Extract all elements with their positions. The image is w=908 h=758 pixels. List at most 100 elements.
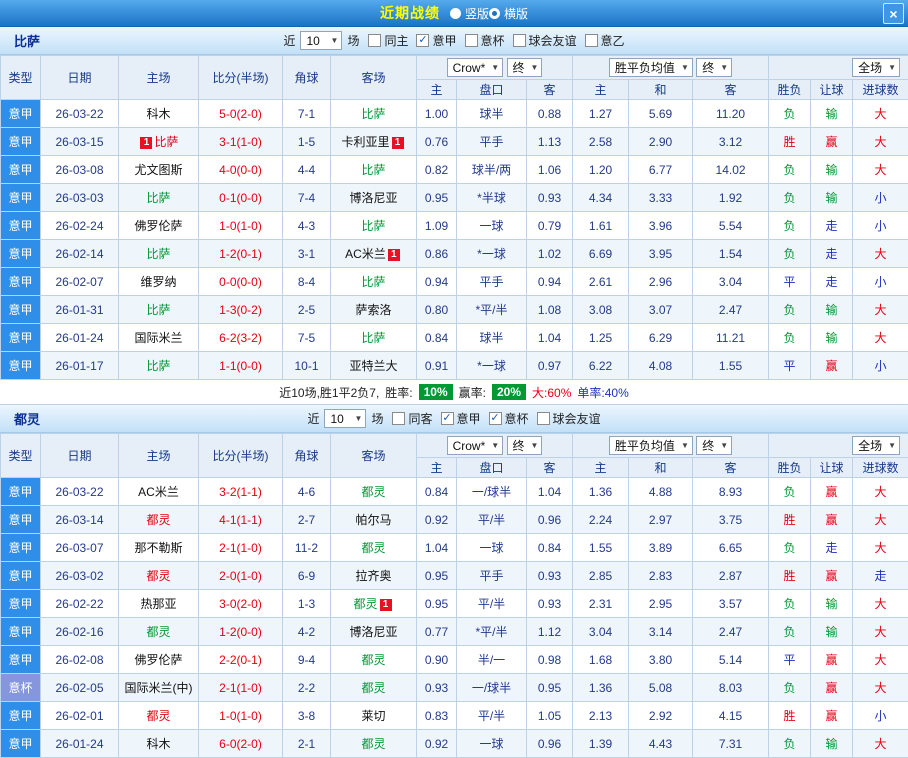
away-team-cell: 比萨 (331, 100, 417, 128)
avg-draw-cell: 3.89 (629, 534, 693, 562)
filter-checkbox[interactable]: ✓意甲 (416, 32, 456, 49)
odds-away-cell: 1.04 (527, 324, 573, 352)
date-cell: 26-02-14 (41, 240, 119, 268)
goals-cell: 大 (853, 674, 908, 702)
avg-final-select[interactable]: 终▼ (696, 436, 732, 455)
handicap-result-cell: 输 (811, 618, 853, 646)
score-cell: 4-1(1-1) (199, 506, 283, 534)
odds-home-cell: 0.83 (417, 702, 457, 730)
match-row: 意甲26-02-07维罗纳0-0(0-0)8-4比萨0.94平手0.942.61… (1, 268, 908, 296)
col-type: 类型 (1, 434, 41, 478)
select-value: 胜平负均值 (615, 437, 675, 454)
match-row: 意甲26-03-22科木5-0(2-0)7-1比萨1.00球半0.881.275… (1, 100, 908, 128)
away-team-cell: 都灵1 (331, 590, 417, 618)
filter-checkbox-label: 球会友谊 (553, 410, 601, 427)
bookmaker-select[interactable]: Crow*▼ (447, 58, 504, 77)
odds-home-cell: 0.91 (417, 352, 457, 380)
filter-checkbox[interactable]: 球会友谊 (513, 32, 577, 49)
goals-cell: 大 (853, 646, 908, 674)
avg-select[interactable]: 胜平负均值▼ (609, 436, 693, 455)
away-team-cell: 都灵 (331, 478, 417, 506)
home-team-name: 都灵 (146, 625, 170, 639)
odds-final-select[interactable]: 终▼ (507, 58, 543, 77)
home-team-name: 佛罗伦萨 (134, 219, 182, 233)
filter-checkbox[interactable]: ✓意甲 (441, 410, 481, 427)
horizontal-layout-radio[interactable]: 横版 (489, 5, 528, 22)
match-row: 意甲26-02-08佛罗伦萨2-2(0-1)9-4都灵0.90半/一0.981.… (1, 646, 908, 674)
match-count-select[interactable]: 10▼ (324, 409, 366, 428)
filter-checkbox[interactable]: ✓意杯 (489, 410, 529, 427)
filter-checkbox[interactable]: 同客 (392, 410, 432, 427)
bookmaker-select[interactable]: Crow*▼ (447, 436, 504, 455)
scope-select[interactable]: 全场▼ (852, 436, 900, 455)
away-team-name: 都灵 (361, 541, 385, 555)
date-cell: 26-01-24 (41, 324, 119, 352)
odds-final-select[interactable]: 终▼ (507, 436, 543, 455)
avg-select[interactable]: 胜平负均值▼ (609, 58, 693, 77)
avg-final-select[interactable]: 终▼ (696, 58, 732, 77)
scope-select[interactable]: 全场▼ (852, 58, 900, 77)
match-row: 意甲26-03-151比萨3-1(1-0)1-5卡利亚里10.76平手1.132… (1, 128, 908, 156)
col-odds-away: 客 (527, 80, 573, 100)
handicap-result-cell: 赢 (811, 128, 853, 156)
goals-cell: 大 (853, 506, 908, 534)
handicap-result-cell: 赢 (811, 352, 853, 380)
odds-home-cell: 0.95 (417, 590, 457, 618)
home-team-cell: 都灵 (119, 562, 199, 590)
avg-draw-cell: 3.95 (629, 240, 693, 268)
handicap-cell: *平/半 (457, 296, 527, 324)
league-type-cell: 意甲 (1, 478, 41, 506)
filter-checkbox-label: 意乙 (601, 32, 625, 49)
score-cell: 1-2(0-1) (199, 240, 283, 268)
corner-cell: 2-1 (283, 730, 331, 758)
match-count-select[interactable]: 10▼ (300, 31, 342, 50)
home-team-cell: 科木 (119, 730, 199, 758)
vertical-layout-radio[interactable]: 竖版 (450, 5, 489, 22)
chevron-down-icon: ▼ (531, 63, 539, 72)
date-cell: 26-02-22 (41, 590, 119, 618)
home-team-cell: 那不勒斯 (119, 534, 199, 562)
avg-home-cell: 3.04 (573, 618, 629, 646)
match-row: 意杯26-02-05国际米兰(中)2-1(1-0)2-2都灵0.93一/球半0.… (1, 674, 908, 702)
away-team-name: 比萨 (361, 275, 385, 289)
match-row: 意甲26-03-14都灵4-1(1-1)2-7帕尔马0.92平/半0.962.2… (1, 506, 908, 534)
checkbox-icon (585, 34, 598, 47)
avg-draw-cell: 3.14 (629, 618, 693, 646)
select-value: 终 (513, 59, 525, 76)
date-cell: 26-03-02 (41, 562, 119, 590)
away-team-name: 比萨 (361, 107, 385, 121)
radio-icon (489, 8, 500, 19)
handicap-cell: 一球 (457, 212, 527, 240)
goals-cell: 小 (853, 352, 908, 380)
filter-bar: 近 10▼ 场 同客✓意甲✓意杯球会友谊 (307, 409, 600, 428)
handicap-result-cell: 输 (811, 100, 853, 128)
avg-draw-cell: 3.33 (629, 184, 693, 212)
col-avg-draw: 和 (629, 80, 693, 100)
filter-checkbox[interactable]: 球会友谊 (537, 410, 601, 427)
goals-cell: 小 (853, 184, 908, 212)
league-type-cell: 意甲 (1, 184, 41, 212)
team-name: 都灵 (14, 409, 40, 428)
avg-away-cell: 5.14 (693, 646, 769, 674)
goals-cell: 大 (853, 128, 908, 156)
odds-home-cell: 0.92 (417, 506, 457, 534)
handicap-cell: 球半 (457, 324, 527, 352)
avg-home-cell: 1.27 (573, 100, 629, 128)
odds-away-cell: 0.96 (527, 506, 573, 534)
filter-checkbox[interactable]: 意乙 (585, 32, 625, 49)
home-team-cell: 热那亚 (119, 590, 199, 618)
league-type-cell: 意甲 (1, 702, 41, 730)
avg-away-cell: 6.65 (693, 534, 769, 562)
score-cell: 1-3(0-2) (199, 296, 283, 324)
col-goals: 进球数 (853, 80, 908, 100)
filter-checkbox[interactable]: 同主 (368, 32, 408, 49)
near-label: 近 (283, 32, 295, 49)
handicap-cell: *一球 (457, 240, 527, 268)
chevron-down-icon: ▼ (888, 441, 896, 450)
close-button[interactable]: × (883, 3, 904, 24)
result-cell: 负 (769, 478, 811, 506)
goals-cell: 大 (853, 618, 908, 646)
odds-home-cell: 0.82 (417, 156, 457, 184)
avg-draw-cell: 2.90 (629, 128, 693, 156)
filter-checkbox[interactable]: 意杯 (465, 32, 505, 49)
